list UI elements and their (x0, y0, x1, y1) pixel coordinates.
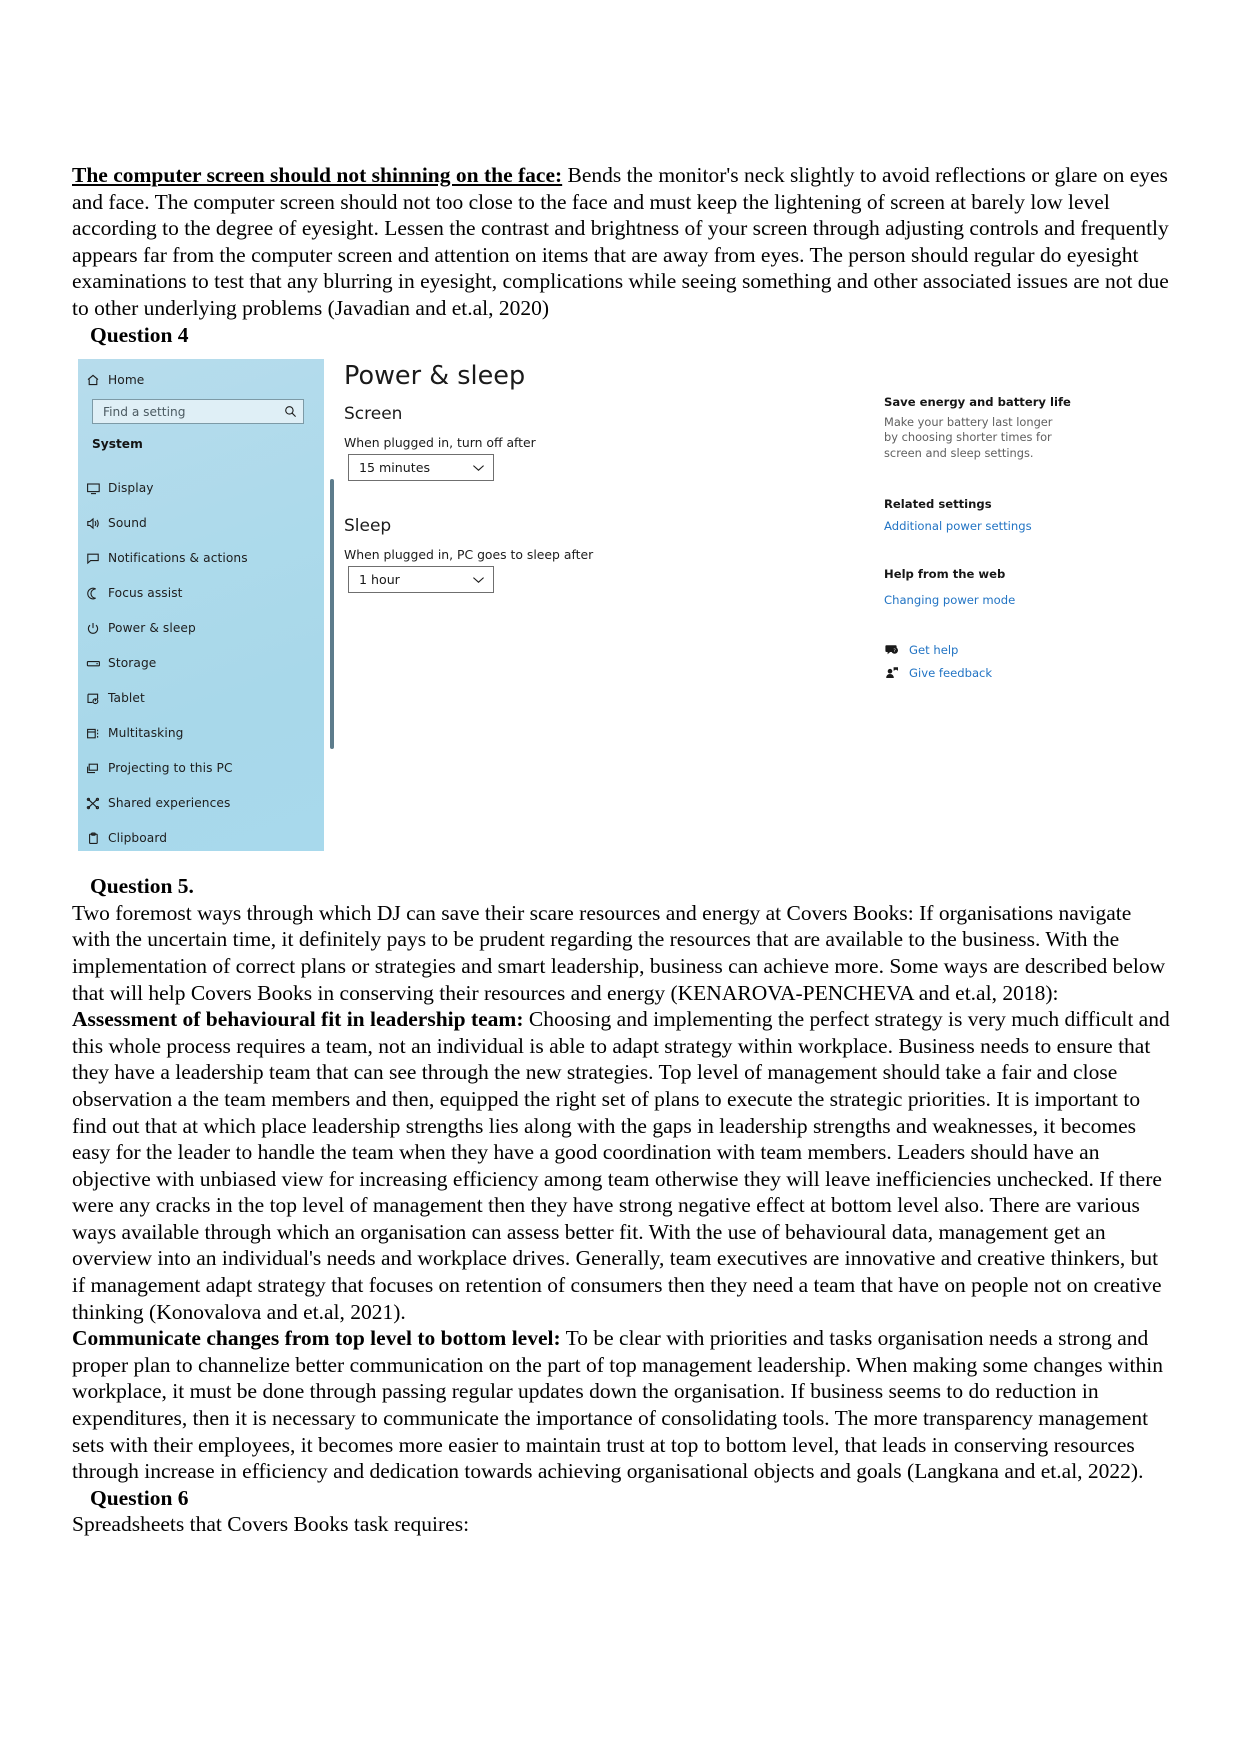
search-placeholder: Find a setting (103, 404, 186, 419)
sleep-after-dropdown[interactable]: 1 hour (348, 566, 494, 594)
sidebar-item-projecting[interactable]: Projecting to this PC (78, 755, 324, 781)
give-feedback-icon (884, 666, 900, 680)
projecting-icon (78, 762, 108, 775)
section-heading-screen: Screen (344, 404, 403, 425)
sidebar-item-power-sleep-label: Power & sleep (108, 621, 196, 636)
paragraph-3-body: Choosing and implementing the perfect st… (72, 1007, 1170, 1324)
paragraph-assessment-behavioural-fit: Assessment of behavioural fit in leaders… (72, 1006, 1170, 1325)
sidebar-item-multitasking[interactable]: Multitasking (78, 720, 324, 746)
screen-turn-off-dropdown[interactable]: 15 minutes (348, 454, 494, 482)
page-title: Power & sleep (344, 361, 526, 392)
paragraph-spreadsheets: Spreadsheets that Covers Books task requ… (72, 1512, 470, 1537)
sidebar-item-display[interactable]: Display (78, 475, 324, 501)
power-icon (78, 622, 108, 635)
sidebar-item-sound[interactable]: Sound (78, 510, 324, 536)
sidebar-item-sound-label: Sound (108, 516, 147, 531)
speaker-icon (78, 517, 108, 530)
paragraph-3-lead: Assessment of behavioural fit in leaders… (72, 1007, 524, 1032)
link-changing-power-mode[interactable]: Changing power mode (884, 593, 1015, 607)
chevron-down-icon (472, 576, 485, 584)
sidebar-item-focus-assist-label: Focus assist (108, 586, 183, 601)
screen-turn-off-value: 15 minutes (359, 460, 431, 476)
home-icon (78, 373, 108, 387)
give-feedback-action[interactable]: Give feedback (884, 664, 992, 682)
paragraph-4-lead: Communicate changes from top level to bo… (72, 1326, 561, 1351)
sidebar-item-home-label: Home (108, 373, 145, 388)
sidebar-item-shared-experiences-label: Shared experiences (108, 796, 231, 811)
sidebar-item-notifications[interactable]: Notifications & actions (78, 545, 324, 571)
sidebar-item-shared-experiences[interactable]: Shared experiences (78, 790, 324, 816)
sidebar-item-power-sleep[interactable]: Power & sleep (78, 615, 324, 641)
sidebar-scrollbar[interactable] (330, 479, 334, 750)
sleep-field-label: When plugged in, PC goes to sleep after (344, 547, 594, 563)
sidebar-section-system: System (92, 437, 143, 452)
search-input[interactable]: Find a setting (92, 399, 304, 425)
settings-sidebar: Home Find a setting System Display Sound… (78, 359, 334, 852)
rail-heading-related-settings: Related settings (884, 497, 992, 512)
moon-icon (78, 587, 108, 600)
heading-question-5: Question 5. (90, 874, 194, 899)
sidebar-item-clipboard-label: Clipboard (108, 831, 168, 846)
sidebar-item-multitasking-label: Multitasking (108, 726, 184, 741)
search-icon (284, 405, 297, 418)
sidebar-item-clipboard[interactable]: Clipboard (78, 825, 324, 851)
rail-heading-help-from-web: Help from the web (884, 567, 1006, 582)
shared-experiences-icon (78, 797, 108, 810)
chevron-down-icon (472, 464, 485, 472)
heading-question-6: Question 6 (90, 1485, 189, 1510)
paragraph-communicate-changes: Communicate changes from top level to bo… (72, 1325, 1170, 1485)
sidebar-item-notifications-label: Notifications & actions (108, 551, 248, 566)
heading-question-4: Question 4 (90, 322, 189, 347)
sidebar-item-tablet[interactable]: Tablet (78, 685, 324, 711)
multitasking-icon (78, 727, 108, 740)
notification-icon (78, 552, 108, 565)
get-help-icon: ? (884, 643, 900, 657)
sidebar-item-projecting-label: Projecting to this PC (108, 761, 233, 776)
get-help-action[interactable]: ? Get help (884, 641, 958, 659)
give-feedback-label: Give feedback (909, 666, 993, 681)
sidebar-item-home[interactable]: Home (78, 367, 324, 393)
paragraph-computer-screen: The computer screen should not shinning … (72, 162, 1170, 322)
tablet-icon (78, 692, 108, 705)
section-heading-sleep: Sleep (344, 516, 392, 537)
document-page: The computer screen should not shinning … (0, 0, 1241, 1754)
get-help-label: Get help (909, 643, 959, 658)
storage-icon (78, 657, 108, 670)
rail-heading-save-energy: Save energy and battery life (884, 395, 1071, 410)
paragraph-1-lead: The computer screen should not shinning … (72, 163, 563, 187)
rail-text-save-energy: Make your battery last longer by choosin… (884, 415, 1053, 460)
sleep-after-value: 1 hour (359, 572, 400, 588)
sidebar-item-storage-label: Storage (108, 656, 157, 671)
monitor-icon (78, 482, 108, 495)
paragraph-two-foremost-ways: Two foremost ways through which DJ can s… (72, 900, 1166, 1005)
sidebar-item-focus-assist[interactable]: Focus assist (78, 580, 324, 606)
sidebar-item-tablet-label: Tablet (108, 691, 145, 706)
screen-field-label: When plugged in, turn off after (344, 435, 536, 451)
windows-settings-screenshot: Home Find a setting System Display Sound… (72, 355, 1082, 856)
sidebar-item-storage[interactable]: Storage (78, 650, 324, 676)
sidebar-item-display-label: Display (108, 481, 154, 496)
page-content: The computer screen should not shinning … (72, 162, 1170, 1538)
clipboard-icon (78, 832, 108, 845)
link-additional-power-settings[interactable]: Additional power settings (884, 519, 1032, 533)
